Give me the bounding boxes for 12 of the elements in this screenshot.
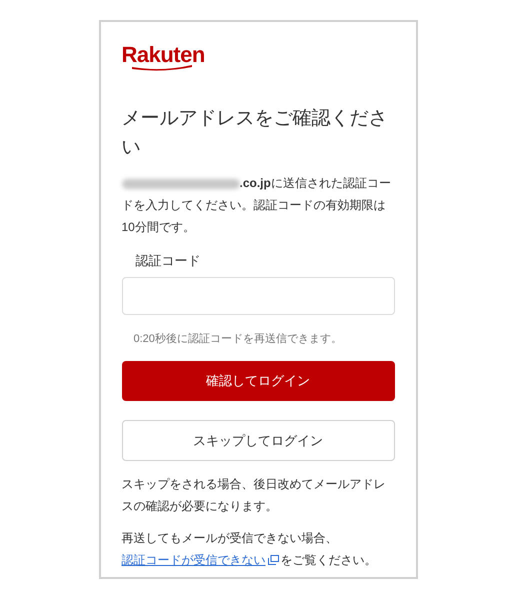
- logo: Rakuten: [122, 42, 205, 71]
- resend-hint: 0:20秒後に認証コードを再送信できます。: [134, 332, 343, 346]
- help-text: 再送してもメールが受信できない場合、 認証コードが受信できない をご覧ください。: [122, 530, 378, 569]
- code-label: 認証コード: [136, 252, 202, 270]
- instruction-text: .co.jpに送信された認証コードを入力してください。認証コードの有効期限は10分間です。: [122, 175, 392, 236]
- skip-login-button[interactable]: スキップしてログイン: [122, 420, 394, 461]
- code-input-field[interactable]: [122, 276, 394, 314]
- confirm-login-button[interactable]: 確認してログイン: [122, 361, 394, 401]
- page-heading: メールアドレスをご確認ください: [122, 107, 388, 160]
- help-link[interactable]: 認証コードが受信できない: [122, 553, 266, 567]
- external-window-icon: [268, 555, 278, 565]
- skip-note: スキップをされる場合、後日改めてメールアドレスの確認が必要になります。: [122, 476, 386, 515]
